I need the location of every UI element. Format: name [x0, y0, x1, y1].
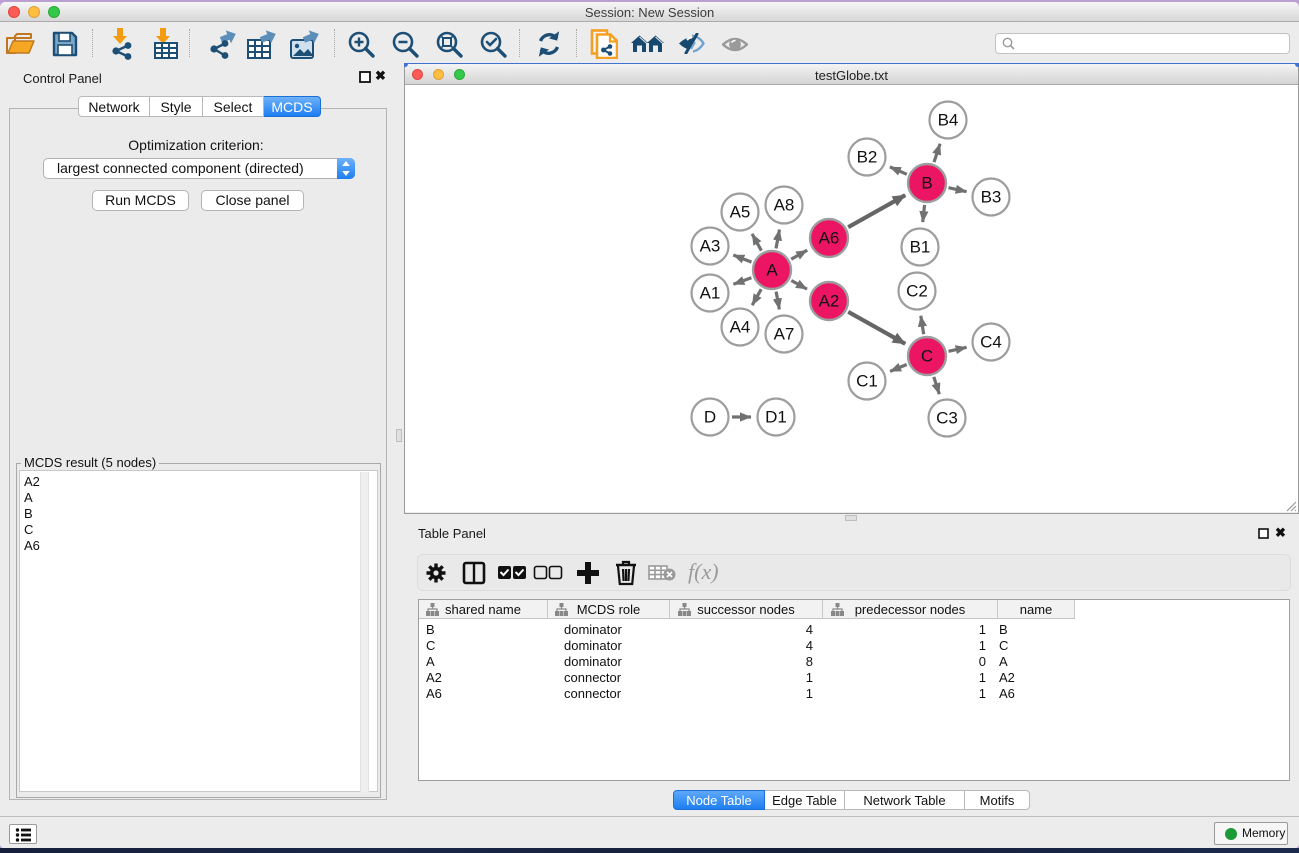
svg-text:A: A: [766, 261, 778, 280]
svg-text:A5: A5: [730, 203, 751, 222]
svg-text:D: D: [704, 408, 716, 427]
svg-text:C3: C3: [936, 409, 958, 428]
svg-text:A4: A4: [730, 318, 751, 337]
svg-text:A2: A2: [819, 292, 840, 311]
svg-text:B4: B4: [938, 111, 959, 130]
svg-text:C: C: [921, 347, 933, 366]
svg-text:A7: A7: [774, 325, 795, 344]
svg-text:C4: C4: [980, 333, 1002, 352]
svg-text:A1: A1: [700, 284, 721, 303]
svg-text:A3: A3: [700, 237, 721, 256]
svg-text:B: B: [921, 174, 932, 193]
svg-text:C1: C1: [856, 372, 878, 391]
svg-text:A6: A6: [819, 229, 840, 248]
svg-text:B2: B2: [857, 148, 878, 167]
svg-text:B3: B3: [981, 188, 1002, 207]
svg-text:A8: A8: [774, 196, 795, 215]
svg-text:B1: B1: [910, 238, 931, 257]
svg-text:C2: C2: [906, 282, 928, 301]
svg-text:D1: D1: [765, 408, 787, 427]
